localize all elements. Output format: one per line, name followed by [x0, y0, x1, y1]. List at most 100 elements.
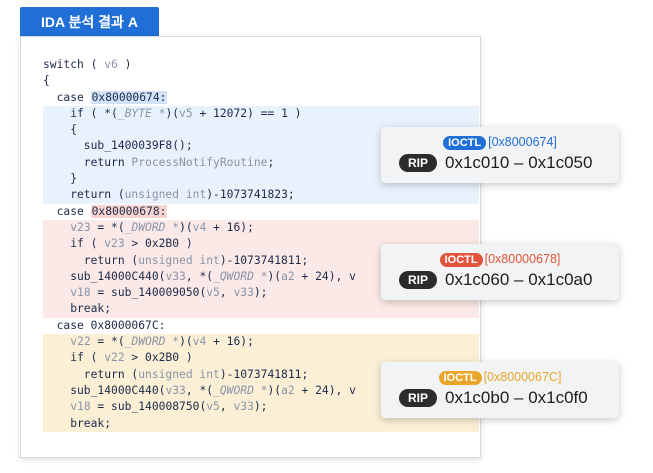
- variable: v4: [192, 335, 207, 349]
- code-text: = sub_140009050(: [90, 286, 207, 300]
- code-text: > 0x2B0 ): [124, 237, 193, 251]
- variable: a2: [281, 269, 295, 283]
- ioctl-code: [0x8000674]: [488, 135, 557, 149]
- variable: v5: [206, 286, 220, 300]
- code-text: sub_14000C440(: [43, 383, 166, 397]
- ioctl-code: [0x8000067C]: [483, 370, 562, 384]
- keyword: case: [43, 318, 91, 332]
- variable: v4: [192, 220, 207, 234]
- code-text: + 24), v: [294, 269, 356, 283]
- code-text: , *(: [185, 269, 214, 283]
- type-cast: _BYTE *: [117, 106, 166, 120]
- panel-title-tab: IDA 분석 결과 A: [20, 7, 159, 36]
- code-text: + 16);: [206, 220, 254, 234]
- ioctl-badge: IOCTL: [438, 371, 482, 385]
- callout-rip-row: RIP 0x1c0b0 – 0x1c0f0: [399, 388, 609, 408]
- case-value[interactable]: 0x8000067C:: [91, 319, 166, 332]
- variable: v33: [165, 383, 186, 397]
- code-text: )-1073741811;: [219, 367, 309, 381]
- code-text: if ( *(: [43, 106, 118, 120]
- code-text: {: [43, 123, 78, 137]
- variable: v6: [104, 58, 118, 71]
- rip-range: 0x1c010 – 0x1c050: [445, 153, 593, 172]
- callout-header: IOCTL [0x8000674]: [381, 135, 619, 150]
- rip-range: 0x1c060 – 0x1c0a0: [445, 270, 593, 289]
- type-cast: unsigned int: [138, 253, 220, 267]
- code-text: return (: [43, 253, 139, 267]
- code-text: );: [253, 400, 268, 414]
- code-text: ,: [219, 400, 234, 414]
- code-line: {: [43, 73, 479, 89]
- code-line: v22 = *(_DWORD *)(v4 + 16);: [43, 334, 479, 350]
- case-label: case 0x80000678:: [43, 204, 479, 220]
- variable: v22: [104, 351, 125, 365]
- case-value[interactable]: 0x80000678:: [90, 204, 168, 218]
- variable: v33: [165, 269, 186, 283]
- code-text: )-1073741823;: [206, 188, 295, 202]
- code-line: return (unsigned int)-1073741823;: [43, 187, 479, 203]
- code-text: ;: [267, 155, 275, 169]
- variable: v33: [233, 286, 254, 300]
- rip-range: 0x1c0b0 – 0x1c0f0: [445, 388, 588, 407]
- code-line: break;: [43, 301, 479, 317]
- type-cast: _DWORD *: [124, 220, 180, 234]
- code-text: = *(: [90, 220, 125, 234]
- callout-header: IOCTL [0x80000678]: [381, 252, 619, 267]
- code-text: return (: [43, 188, 125, 202]
- code-text: , *(: [185, 383, 214, 397]
- rip-badge: RIP: [399, 389, 438, 407]
- keyword: case: [43, 90, 91, 104]
- ioctl-badge: IOCTL: [443, 136, 487, 150]
- variable: v23: [104, 237, 125, 251]
- variable: v23: [70, 220, 91, 234]
- code-text: return: [43, 155, 132, 169]
- code-text: + 16);: [206, 335, 254, 349]
- rip-badge: RIP: [399, 154, 438, 172]
- type-cast: _QWORD *: [213, 269, 268, 283]
- code-text: if (: [43, 237, 105, 251]
- variable: a2: [281, 383, 295, 397]
- ioctl-badge: IOCTL: [439, 253, 483, 267]
- code-text: ): [117, 58, 132, 71]
- code-line: if ( *(_BYTE *)(v5 + 12072) == 1 ): [43, 106, 479, 122]
- callout-rip-row: RIP 0x1c060 – 0x1c0a0: [399, 270, 609, 290]
- code-text: sub_14000C440(: [43, 269, 166, 283]
- code-line: switch ( v6 ): [43, 57, 479, 73]
- ioctl-code: [0x80000678]: [484, 252, 561, 266]
- code-text: break;: [43, 416, 112, 430]
- code-text: > 0x2B0 ): [124, 351, 193, 365]
- code-text: )(: [267, 269, 282, 283]
- code-text: ,: [219, 286, 234, 300]
- variable: ProcessNotifyRoutine: [131, 155, 268, 169]
- code-line: v23 = *(_DWORD *)(v4 + 16);: [43, 220, 479, 236]
- type-cast: _DWORD *: [124, 335, 180, 349]
- case-value[interactable]: 0x80000674:: [90, 90, 168, 104]
- code-text: = sub_140008750(: [90, 400, 207, 414]
- code-text: )(: [165, 106, 180, 120]
- variable: v33: [233, 400, 254, 414]
- code-text: {: [43, 74, 50, 88]
- code-text: + 12072) == 1 ): [192, 106, 302, 120]
- callout-rip-row: RIP 0x1c010 – 0x1c050: [399, 153, 609, 173]
- type-cast: unsigned int: [138, 367, 220, 381]
- code-text: = *(: [90, 335, 125, 349]
- callout-ioctl-3: IOCTL [0x8000067C] RIP 0x1c0b0 – 0x1c0f0: [381, 362, 619, 418]
- code-text: }: [43, 172, 78, 186]
- case-label: case 0x80000674:: [43, 90, 479, 106]
- callout-ioctl-2: IOCTL [0x80000678] RIP 0x1c060 – 0x1c0a0: [381, 244, 619, 300]
- variable: v22: [70, 335, 91, 349]
- variable: v5: [179, 106, 193, 120]
- variable: v5: [206, 400, 220, 414]
- code-text: if (: [43, 351, 105, 365]
- code-text: sub_1400039F8();: [43, 139, 193, 153]
- keyword: case: [43, 204, 91, 218]
- code-text: return (: [43, 367, 139, 381]
- code-text: )(: [267, 383, 282, 397]
- code-text: )-1073741811;: [219, 253, 309, 267]
- rip-badge: RIP: [399, 271, 438, 289]
- type-cast: unsigned int: [124, 188, 207, 202]
